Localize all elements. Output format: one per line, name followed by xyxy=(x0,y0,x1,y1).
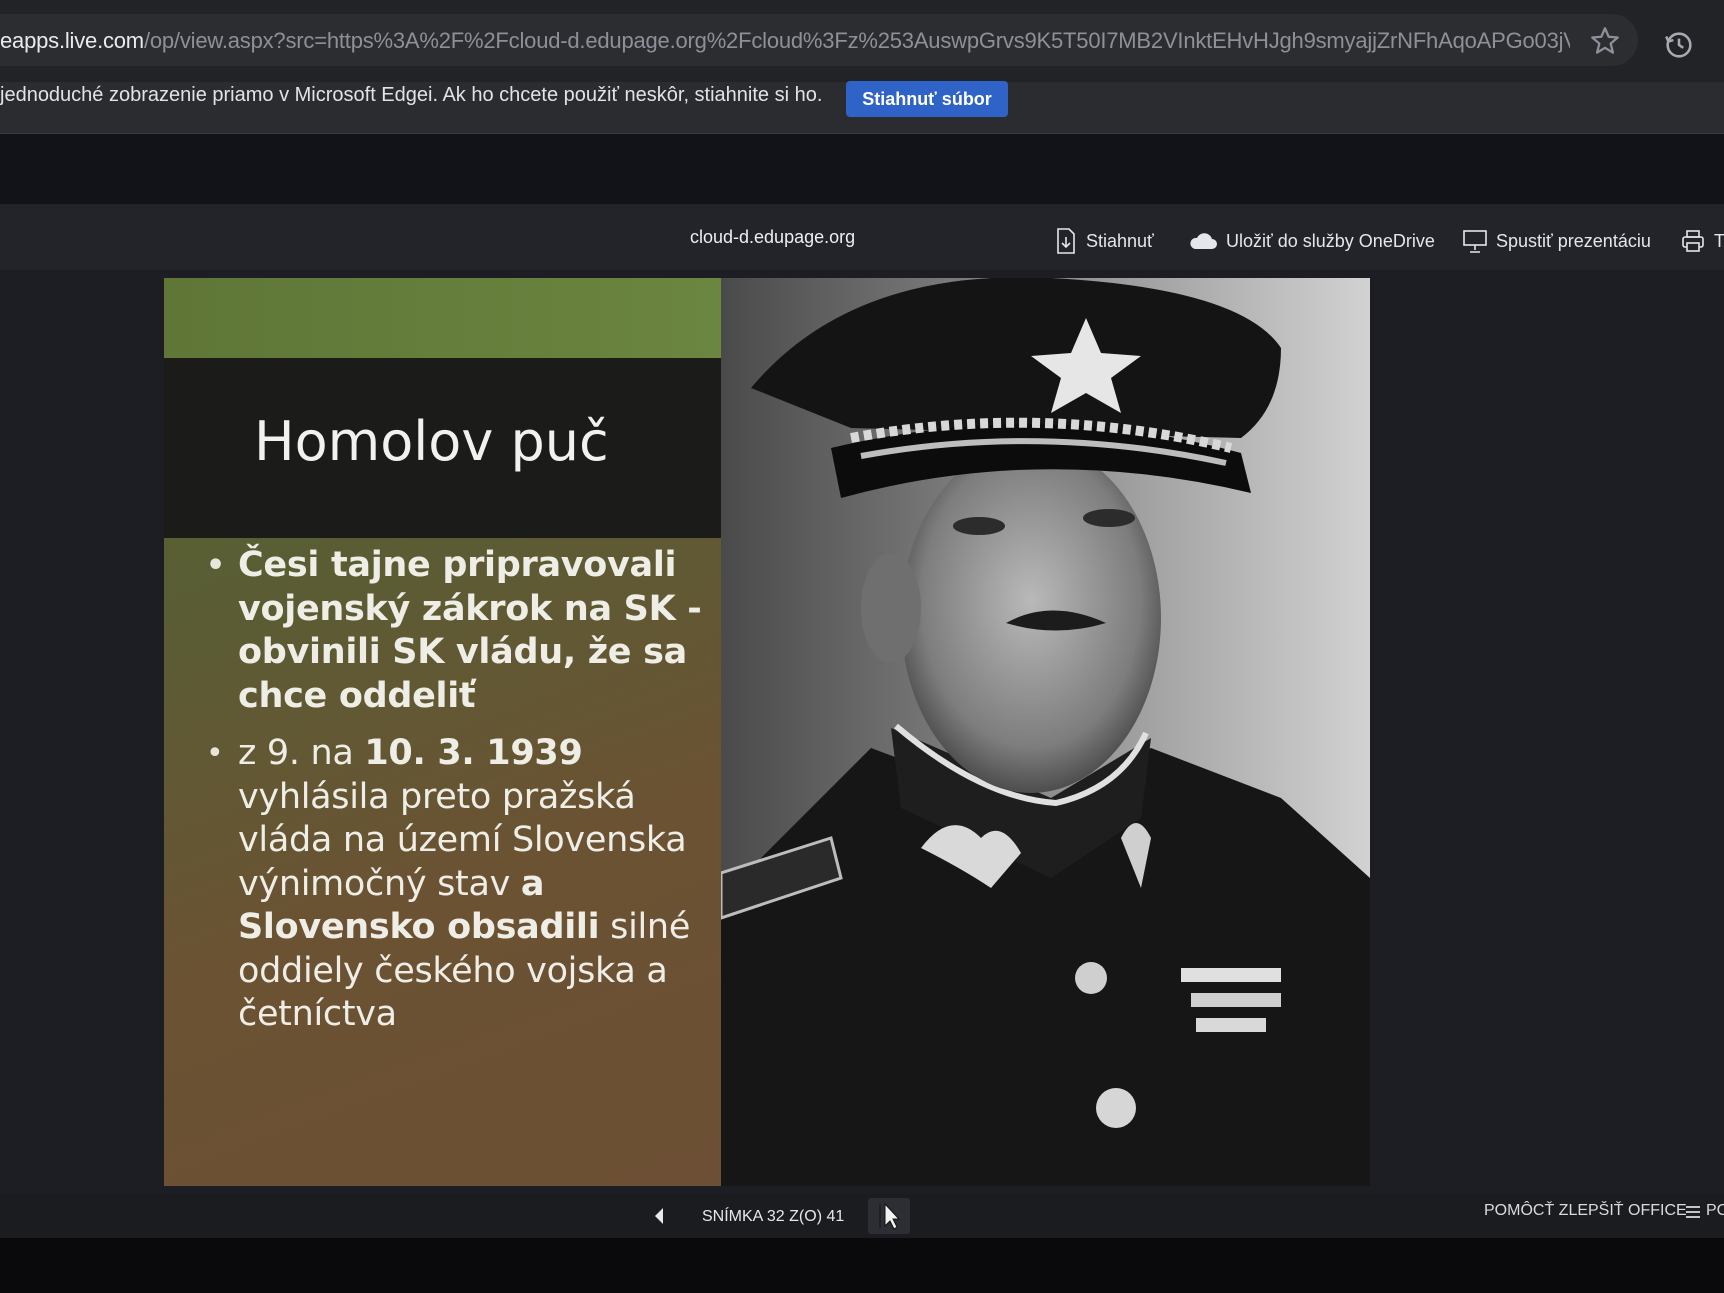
start-presentation-button[interactable]: Spustiť prezentáciu xyxy=(1462,226,1651,256)
history-icon[interactable] xyxy=(1662,28,1696,62)
bullet-text: z 9. na xyxy=(238,733,365,773)
start-presentation-label: Spustiť prezentáciu xyxy=(1496,230,1651,251)
bullet-item: Česi tajne pripravovali vojenský zákrok … xyxy=(204,544,709,718)
previous-slide-button[interactable] xyxy=(648,1204,670,1228)
bullet-text-bold: a xyxy=(520,863,545,904)
download-file-button[interactable]: Stiahnuť súbor xyxy=(846,81,1008,117)
url-path: /op/view.aspx?src=https%3A%2F%2Fcloud-d.… xyxy=(143,28,1570,53)
cursor-icon xyxy=(879,1202,901,1230)
page-background xyxy=(0,134,1724,204)
url-host: eapps.live.com xyxy=(0,28,144,53)
cloud-icon xyxy=(1190,233,1217,249)
star-icon[interactable] xyxy=(1588,24,1622,58)
slide-counter: SNÍMKA 32 Z(O) 41 xyxy=(702,1208,845,1225)
bullet-date: 10. 3. 1939 xyxy=(364,733,583,773)
download-icon xyxy=(1057,228,1075,254)
download-button[interactable]: Stiahnuť xyxy=(1054,226,1154,256)
print-label: T xyxy=(1714,230,1724,251)
printer-icon xyxy=(1682,230,1704,252)
next-slide-button[interactable] xyxy=(868,1198,910,1234)
slide-title: Homolov puč xyxy=(254,410,609,473)
document-source-label: cloud-d.edupage.org xyxy=(690,227,856,247)
url-text[interactable]: eapps.live.com/op/view.aspx?src=https%3A… xyxy=(0,28,1570,54)
help-improve-office-link[interactable]: POMÔCŤ ZLEPŠIŤ OFFICE xyxy=(1484,1202,1687,1220)
save-to-onedrive-button[interactable]: Uložiť do služby OneDrive xyxy=(1188,226,1435,256)
print-button[interactable]: T xyxy=(1680,226,1724,256)
slide-accent-band xyxy=(164,278,721,358)
screen-bezel xyxy=(0,1238,1724,1293)
slide: Homolov puč Česi tajne pripravovali voje… xyxy=(164,278,1370,1186)
download-label: Stiahnuť xyxy=(1086,230,1154,251)
bullet-text: vyhlásila preto pražská vláda na území S… xyxy=(238,776,687,904)
presentation-icon xyxy=(1463,230,1487,253)
save-to-onedrive-label: Uložiť do služby OneDrive xyxy=(1226,230,1435,251)
viewer-status-bar xyxy=(0,1194,1724,1238)
slide-bullet-list: Česi tajne pripravovali vojenský zákrok … xyxy=(204,544,709,1037)
info-bar-message: jednoduché zobrazenie priamo v Microsoft… xyxy=(0,84,823,106)
menu-icon[interactable] xyxy=(1682,1200,1704,1224)
bullet-item: z 9. na 10. 3. 1939 vyhlásila preto praž… xyxy=(204,732,709,1037)
status-right-text: PC xyxy=(1706,1202,1724,1219)
bullet-text-bold: Slovensko obsadili xyxy=(238,907,600,947)
slide-text-panel: Homolov puč Česi tajne pripravovali voje… xyxy=(164,278,721,1186)
officer-portrait-image xyxy=(721,278,1370,1186)
